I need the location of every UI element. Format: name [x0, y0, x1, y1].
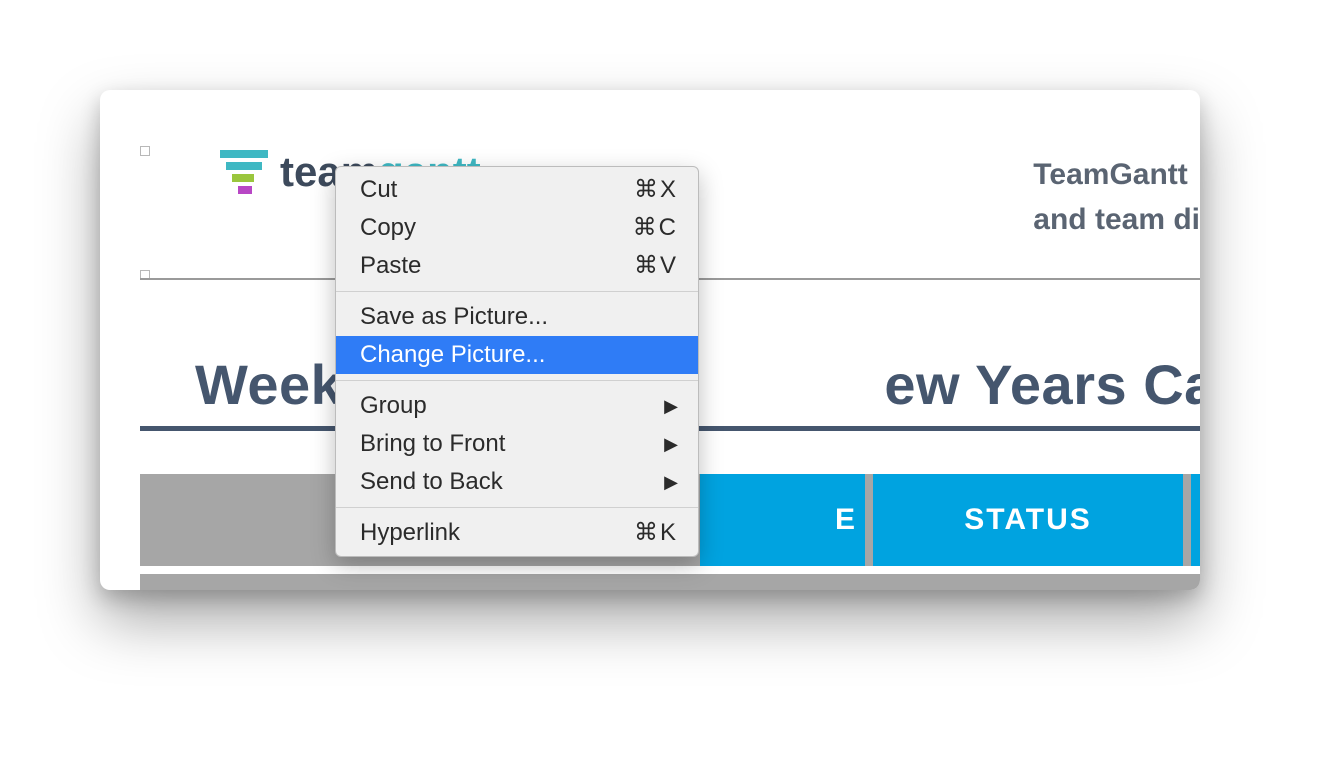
- menu-label: Send to Back: [360, 466, 503, 498]
- menu-shortcut: ⌘V: [634, 250, 678, 282]
- menu-label: Group: [360, 390, 427, 422]
- corner-line2: and team di: [1033, 197, 1200, 242]
- menu-item-send-to-back[interactable]: Send to Back ▶: [336, 463, 698, 501]
- menu-label: Change Picture...: [360, 339, 545, 371]
- page-title-left: Week: [195, 353, 342, 416]
- chevron-right-icon: ▶: [664, 466, 678, 498]
- menu-item-copy[interactable]: Copy ⌘C: [336, 209, 698, 247]
- header-corner-text: TeamGantt and team di: [1033, 152, 1200, 242]
- menu-separator: [336, 291, 698, 292]
- menu-item-group[interactable]: Group ▶: [336, 387, 698, 425]
- column-header-status[interactable]: STATUS: [873, 474, 1183, 566]
- menu-label: Hyperlink: [360, 517, 460, 549]
- chevron-right-icon: ▶: [664, 428, 678, 460]
- menu-item-hyperlink[interactable]: Hyperlink ⌘K: [336, 514, 698, 552]
- menu-item-cut[interactable]: Cut ⌘X: [336, 171, 698, 209]
- page-title-right: ew Years Campaign: [884, 353, 1200, 416]
- menu-label: Bring to Front: [360, 428, 505, 460]
- menu-item-bring-to-front[interactable]: Bring to Front ▶: [336, 425, 698, 463]
- menu-shortcut: ⌘K: [634, 517, 678, 549]
- menu-item-paste[interactable]: Paste ⌘V: [336, 247, 698, 285]
- corner-line1: TeamGantt: [1033, 152, 1200, 197]
- column-header-last[interactable]: [1191, 474, 1200, 566]
- menu-shortcut: ⌘X: [634, 174, 678, 206]
- menu-label: Copy: [360, 212, 416, 244]
- menu-shortcut: ⌘C: [633, 212, 678, 244]
- menu-separator: [336, 380, 698, 381]
- context-menu: Cut ⌘X Copy ⌘C Paste ⌘V Save as Picture.…: [335, 166, 699, 557]
- logo-bars-icon: [220, 150, 268, 194]
- chevron-right-icon: ▶: [664, 390, 678, 422]
- table-row-bg: [140, 574, 1200, 590]
- menu-label: Cut: [360, 174, 397, 206]
- document-canvas: teamgantt TeamGantt and team di Weekly S…: [140, 130, 1200, 590]
- menu-item-change-picture[interactable]: Change Picture...: [336, 336, 698, 374]
- menu-separator: [336, 507, 698, 508]
- menu-label: Save as Picture...: [360, 301, 548, 333]
- menu-item-save-as-picture[interactable]: Save as Picture...: [336, 298, 698, 336]
- column-header-e[interactable]: E: [700, 474, 865, 566]
- window-frame: teamgantt TeamGantt and team di Weekly S…: [100, 90, 1200, 590]
- selection-handle-icon[interactable]: [140, 146, 150, 156]
- menu-label: Paste: [360, 250, 421, 282]
